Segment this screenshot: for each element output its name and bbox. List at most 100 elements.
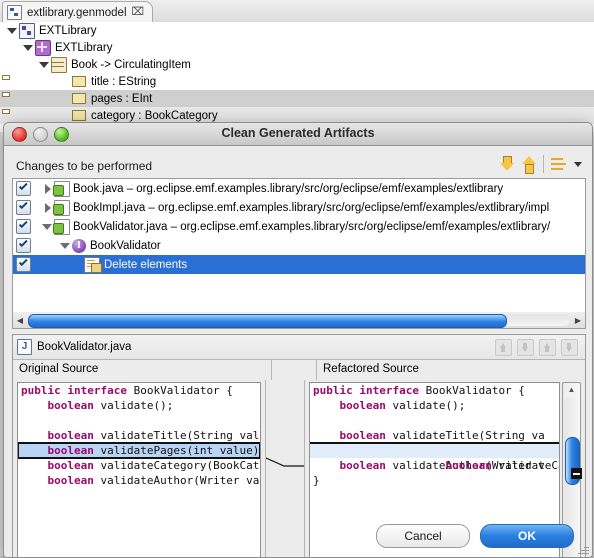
java-file-icon <box>17 339 32 355</box>
editor-tab-bar: extlibrary.genmodel ⌧ <box>0 0 594 23</box>
epackage-icon <box>35 39 51 56</box>
interface-icon <box>72 238 86 253</box>
chevron-right-icon[interactable] <box>42 183 53 194</box>
compare-file-label: BookValidator.java <box>37 341 132 353</box>
compilation-unit-icon <box>53 199 70 216</box>
tree-row-label: EXTLibrary <box>55 41 113 54</box>
original-source-header: Original Source <box>13 360 272 380</box>
tree-row-extlibrary-genmodel[interactable]: EXTLibrary <box>0 22 594 39</box>
change-checkbox[interactable] <box>16 219 31 234</box>
eclass-icon <box>51 56 67 73</box>
collapse-difference-icon[interactable] <box>571 468 582 479</box>
dialog-title: Clean Generated Artifacts <box>221 126 375 140</box>
changes-row-label: BookImpl.java – org.eclipse.emf.examples… <box>73 201 550 214</box>
tree-row-label: pages : EInt <box>91 92 153 105</box>
compare-gutter <box>266 380 305 557</box>
changes-group-label: Changes to be performed <box>16 159 153 173</box>
tree-row-label: EXTLibrary <box>39 24 97 37</box>
change-checkbox[interactable] <box>16 238 31 253</box>
tab-label: extlibrary.genmodel <box>27 6 127 19</box>
tree-row-book-class[interactable]: Book -> CirculatingItem <box>0 56 594 73</box>
code-line: boolean validateTitle(String val <box>47 429 260 442</box>
next-difference-icon[interactable] <box>495 338 512 356</box>
scroll-right-icon[interactable]: ▶ <box>571 316 585 325</box>
code-line-removed-selected[interactable]: boolean validatePages(int value) <box>18 442 260 459</box>
code-line: } <box>313 474 320 487</box>
changes-row-label: BookValidator <box>90 239 161 252</box>
compilation-unit-icon <box>53 218 70 235</box>
compare-column-headers: Original Source Refactored Source <box>13 360 585 381</box>
resize-grip[interactable] <box>576 542 590 556</box>
clean-generated-artifacts-dialog: Clean Generated Artifacts Changes to be … <box>3 122 593 558</box>
code-line: boolean validate(); <box>339 399 466 412</box>
chevron-down-icon[interactable] <box>22 42 33 53</box>
compare-title-bar: BookValidator.java <box>13 335 585 360</box>
changes-tree[interactable]: Book.java – org.eclipse.emf.examples.lib… <box>12 178 586 314</box>
gen-package-icon <box>19 22 35 39</box>
compare-toolbar <box>495 338 581 356</box>
compilation-unit-icon <box>53 180 70 197</box>
eattribute-icon <box>72 76 86 87</box>
scroll-thumb[interactable] <box>28 314 507 328</box>
changes-row-label: BookValidator.java – org.eclipse.emf.exa… <box>73 220 551 233</box>
toolbar-separator <box>543 155 544 173</box>
tab-extlibrary-genmodel[interactable]: extlibrary.genmodel ⌧ <box>2 1 154 23</box>
code-line: boolean validateAuthor(Writer va <box>47 474 260 487</box>
dialog-body: Changes to be performed Book.java – org.… <box>4 146 592 557</box>
change-checkbox[interactable] <box>16 200 31 215</box>
chevron-down-icon[interactable] <box>42 221 53 232</box>
difference-connector-line <box>266 457 304 467</box>
changes-row-label: Book.java – org.eclipse.emf.examples.lib… <box>73 182 504 195</box>
tree-row-pages-attribute[interactable]: pages : EInt <box>0 90 594 107</box>
changes-tree-hscrollbar[interactable]: ◀ ▶ <box>12 312 586 329</box>
changes-row-bookvalidator-java[interactable]: BookValidator.java – org.eclipse.emf.exa… <box>13 217 585 236</box>
refactored-source-header: Refactored Source <box>323 363 419 375</box>
delete-elements-icon <box>84 256 102 273</box>
ok-button[interactable]: OK <box>480 524 574 548</box>
tree-row-label: title : EString <box>91 75 157 88</box>
screen: extlibrary.genmodel ⌧ EXTLibrary EXTLibr… <box>0 0 594 558</box>
changes-toolbar <box>499 155 582 174</box>
changes-row-delete-elements[interactable]: Delete elements <box>13 255 585 274</box>
changes-group-header: Changes to be performed <box>12 154 584 179</box>
chevron-down-icon[interactable] <box>574 161 582 167</box>
change-checkbox[interactable] <box>16 181 31 196</box>
scroll-up-icon[interactable]: ▲ <box>563 383 580 397</box>
cancel-button[interactable]: Cancel <box>376 524 470 548</box>
code-line: boolean validateTitle(String va <box>339 429 545 442</box>
next-change-arrow-icon[interactable] <box>499 155 515 173</box>
chevron-down-icon[interactable] <box>6 25 17 36</box>
close-icon[interactable]: ⌧ <box>132 7 145 18</box>
chevron-right-icon[interactable] <box>42 202 53 213</box>
changes-row-book-java[interactable]: Book.java – org.eclipse.emf.examples.lib… <box>13 179 585 198</box>
eattribute-icon <box>72 110 86 121</box>
scroll-left-icon[interactable]: ◀ <box>13 316 27 325</box>
copy-left-icon[interactable] <box>561 338 578 356</box>
change-checkbox[interactable] <box>16 257 31 272</box>
copy-right-icon[interactable] <box>539 338 556 356</box>
dialog-title-bar[interactable]: Clean Generated Artifacts <box>4 123 592 146</box>
tree-row-label: Book -> CirculatingItem <box>71 58 191 71</box>
code-line: public interface BookValidator { <box>21 384 233 397</box>
changes-row-label: Delete elements <box>104 258 188 271</box>
chevron-down-icon[interactable] <box>60 240 71 251</box>
tree-row-label: category : BookCategory <box>91 109 218 122</box>
compare-gutter-header <box>272 360 317 380</box>
changes-row-bookimpl-java[interactable]: BookImpl.java – org.eclipse.emf.examples… <box>13 198 585 217</box>
code-line: boolean validate(); <box>47 399 174 412</box>
genmodel-file-icon <box>7 5 22 20</box>
chevron-down-icon[interactable] <box>38 59 49 70</box>
eattribute-icon <box>72 93 86 104</box>
code-line: public interface BookValidator { <box>313 384 525 397</box>
changes-row-bookvalidator-type[interactable]: BookValidator <box>13 236 585 255</box>
view-menu-icon[interactable] <box>550 155 568 173</box>
tree-row-title-attribute[interactable]: title : EString <box>0 73 594 90</box>
scroll-track[interactable] <box>28 314 570 328</box>
tree-row-extlibrary-package[interactable]: EXTLibrary <box>0 39 594 56</box>
previous-change-arrow-icon[interactable] <box>521 155 537 174</box>
code-line-changed: boolean validateCategory(BookCa <box>310 442 559 472</box>
genmodel-tree: EXTLibrary EXTLibrary Book -> Circulatin… <box>0 22 594 132</box>
previous-difference-icon[interactable] <box>517 338 534 356</box>
